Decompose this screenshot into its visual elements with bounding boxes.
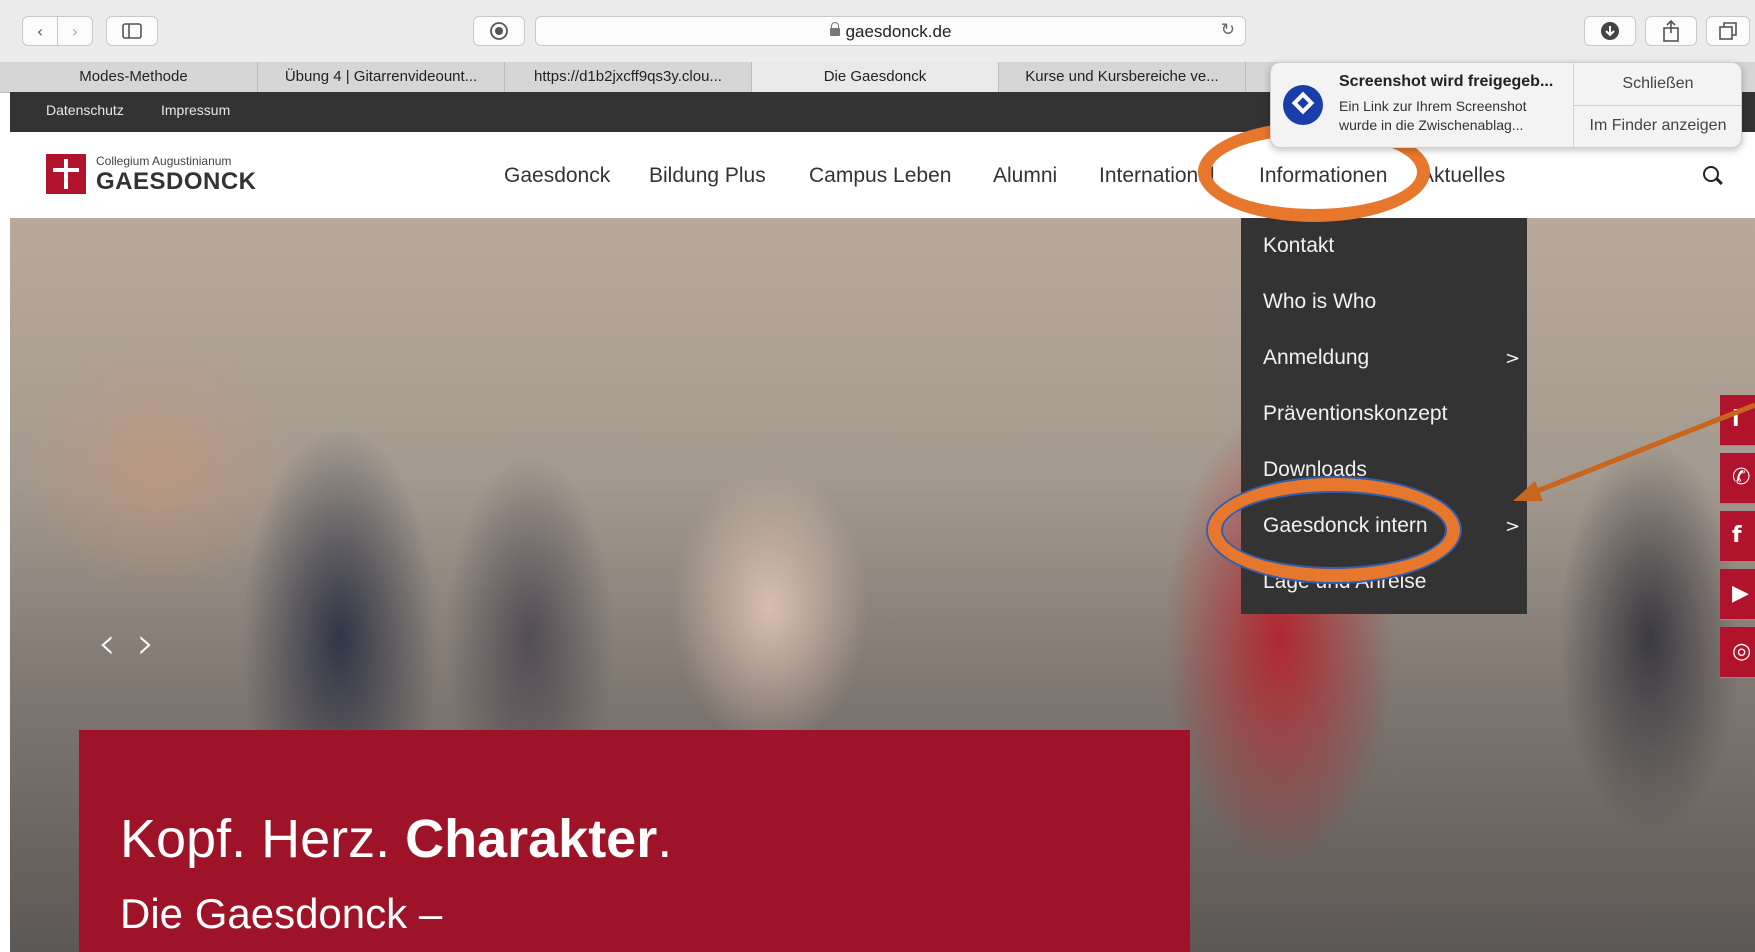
- chevron-right-icon: ›: [71, 21, 79, 41]
- dropdown-item-kontakt[interactable]: Kontakt: [1263, 234, 1334, 258]
- browser-tab[interactable]: Kurse und Kursbereiche ve...: [999, 62, 1246, 92]
- hero-headline: Kopf. Herz. Charakter.: [120, 808, 672, 870]
- browser-tab[interactable]: Modes-Methode: [10, 62, 258, 92]
- imprint-link[interactable]: Impressum: [161, 102, 230, 118]
- url-display: gaesdonck.de: [536, 22, 1245, 42]
- chevron-right-icon: >: [1505, 516, 1521, 537]
- hero-subline: Die Gaesdonck –: [120, 890, 443, 937]
- close-notification-button[interactable]: Schließen: [1574, 63, 1741, 106]
- chevron-right-icon: >: [1505, 348, 1521, 369]
- nav-item-international[interactable]: International: [1099, 164, 1215, 188]
- back-button[interactable]: ‹: [22, 16, 58, 46]
- chevron-left-icon: ‹: [36, 21, 44, 41]
- notification-body: Ein Link zur Ihrem Screenshot wurde in d…: [1339, 98, 1527, 133]
- sidebar-toggle-button[interactable]: [106, 16, 158, 46]
- tab-label: https://d1b2jxcff9qs3y.clou...: [534, 68, 722, 85]
- youtube-icon[interactable]: ▶: [1720, 569, 1755, 620]
- lock-icon: [829, 22, 840, 36]
- logo-subtitle[interactable]: Collegium Augustinianum: [96, 154, 231, 168]
- dropdown-item-anmeldung[interactable]: Anmeldung: [1263, 346, 1369, 370]
- browser-toolbar: ‹ › gaesdonck.de ↻: [0, 0, 1755, 63]
- tab-label: Übung 4 | Gitarrenvideount...: [284, 68, 478, 85]
- instagram-icon[interactable]: ◎: [1720, 627, 1755, 678]
- sidebar-icon: [122, 23, 142, 39]
- privacy-link[interactable]: Datenschutz: [46, 102, 124, 118]
- tabs-icon: [1719, 22, 1737, 40]
- download-icon: [1601, 22, 1619, 40]
- show-in-finder-button[interactable]: Im Finder anzeigen: [1574, 105, 1741, 147]
- downloads-button[interactable]: [1584, 16, 1636, 46]
- url-text: gaesdonck.de: [845, 22, 952, 41]
- logo-icon[interactable]: [46, 154, 86, 194]
- share-notification: Screenshot wird freigegeb... Ein Link zu…: [1270, 62, 1742, 148]
- nav-item-campus-leben[interactable]: Campus Leben: [809, 164, 951, 188]
- nav-item-gaesdonck[interactable]: Gaesdonck: [504, 164, 610, 188]
- carousel-prev-icon[interactable]: ‹: [98, 618, 116, 669]
- privacy-report-button[interactable]: [473, 16, 525, 46]
- tab-overview-button[interactable]: [1706, 16, 1750, 46]
- tab-label: Die Gaesdonck: [823, 68, 927, 85]
- browser-tab[interactable]: https://d1b2jxcff9qs3y.clou...: [505, 62, 752, 92]
- carousel-next-icon[interactable]: ›: [137, 618, 155, 669]
- notification-actions: Schließen Im Finder anzeigen: [1573, 63, 1741, 147]
- tab-label: Modes-Methode: [79, 68, 188, 85]
- tab-label: Kurse und Kursbereiche ve...: [1025, 68, 1219, 85]
- browser-tab[interactable]: Übung 4 | Gitarrenvideount...: [258, 62, 505, 92]
- nav-item-bildung-plus[interactable]: Bildung Plus: [649, 164, 766, 188]
- dropbox-icon: [1283, 85, 1323, 125]
- nav-item-aktuelles[interactable]: Aktuelles: [1420, 164, 1505, 188]
- hero-headline-text: Kopf. Herz.: [120, 809, 406, 869]
- hero-text-panel: Kopf. Herz. Charakter. Die Gaesdonck –: [79, 730, 1190, 952]
- hero-headline-bold: Charakter: [405, 809, 658, 869]
- privacy-icon: [490, 22, 508, 40]
- share-icon: [1663, 20, 1679, 42]
- browser-tab-active[interactable]: Die Gaesdonck: [752, 62, 999, 92]
- notification-title: Screenshot wird freigegeb...: [1339, 73, 1554, 90]
- annotation-arrow-icon: [1513, 402, 1755, 501]
- dropdown-item-who-is-who[interactable]: Who is Who: [1263, 290, 1376, 314]
- reload-icon[interactable]: ↻: [1221, 20, 1235, 40]
- nav-item-alumni[interactable]: Alumni: [993, 164, 1057, 188]
- search-icon[interactable]: [1703, 166, 1719, 182]
- forward-button[interactable]: ›: [57, 16, 93, 46]
- facebook-icon[interactable]: f: [1720, 511, 1755, 562]
- share-button[interactable]: [1645, 16, 1697, 46]
- annotation-circle-gaesdonck-intern: [1208, 478, 1460, 582]
- dropdown-item-praeventionskonzept[interactable]: Präventionskonzept: [1263, 402, 1447, 426]
- hero-headline-period: .: [657, 809, 673, 869]
- logo-title[interactable]: GAESDONCK: [96, 168, 257, 196]
- address-bar[interactable]: gaesdonck.de ↻: [535, 16, 1246, 46]
